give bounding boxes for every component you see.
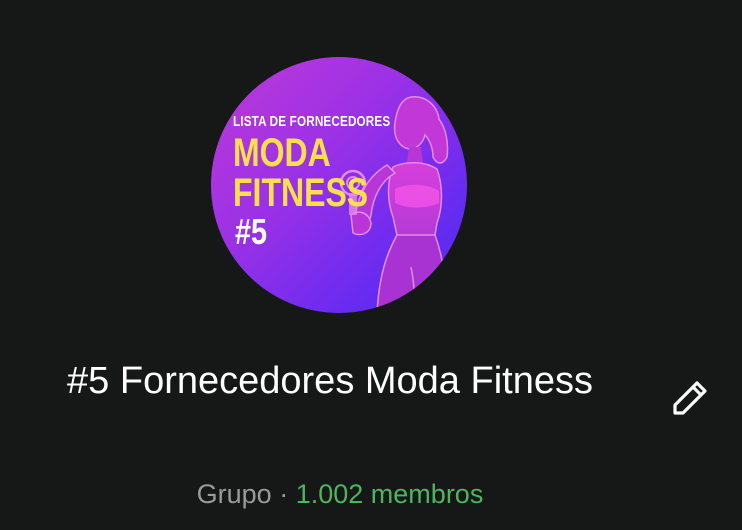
members-count-link[interactable]: 1.002 membros [296,479,484,509]
cover-title-line2: FITNESS [233,171,369,215]
pencil-icon [673,381,707,415]
cover-number: #5 [235,211,268,252]
group-title: #5 Fornecedores Moda Fitness [67,360,593,402]
edit-title-button[interactable] [666,374,714,422]
cover-subtitle: LISTA DE FORNECEDORES [233,113,391,130]
cover-title-line1: MODA [233,131,331,175]
group-info-screen: LISTA DE FORNECEDORES MODA FITNESS #5 #5… [0,0,742,530]
group-avatar[interactable]: LISTA DE FORNECEDORES MODA FITNESS #5 [211,57,467,313]
group-meta: Grupo · 1.002 membros [0,476,680,512]
meta-separator: · [279,479,289,509]
group-type-label: Grupo [196,479,272,509]
